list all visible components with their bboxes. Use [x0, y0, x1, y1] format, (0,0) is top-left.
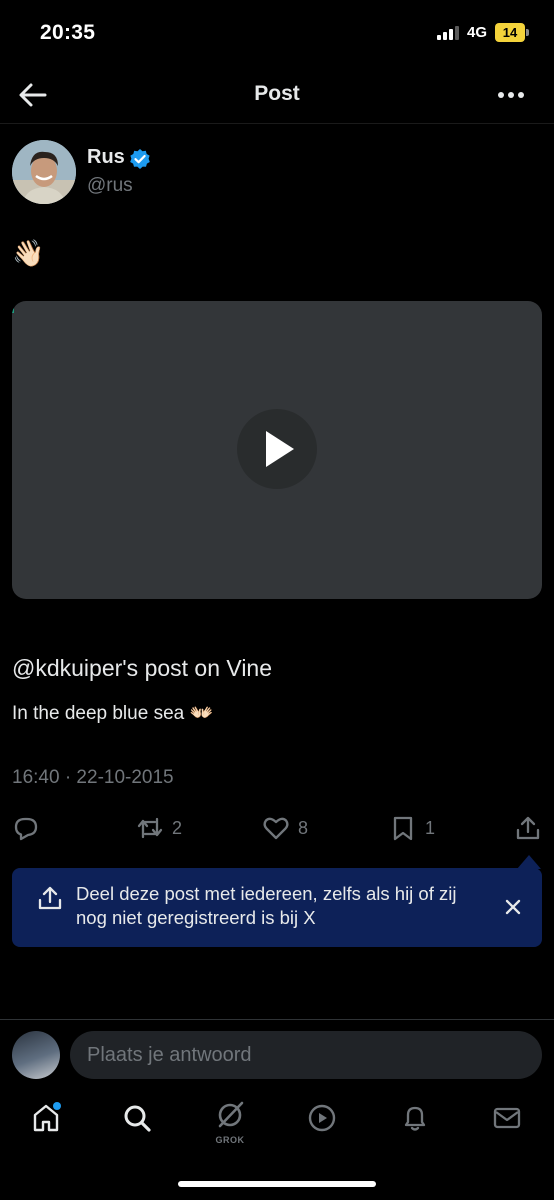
mail-icon: [493, 1107, 521, 1129]
author-avatar[interactable]: [12, 140, 76, 204]
post-screen: 20:35 4G 14 Post Rus @rus 👋🏻 @kdkuiper's…: [0, 0, 554, 1200]
repost-count: 2: [172, 817, 183, 838]
heart-icon: [263, 817, 289, 840]
status-time: 20:35: [40, 21, 96, 44]
share-icon: [38, 886, 62, 910]
video-loading-accent: [12, 301, 16, 313]
status-bar: 20:35 4G 14: [0, 0, 554, 66]
close-icon[interactable]: [500, 894, 526, 920]
arrow-left-icon[interactable]: [18, 81, 48, 109]
tab-video[interactable]: [302, 1100, 342, 1144]
tab-messages[interactable]: [487, 1100, 527, 1144]
play-icon[interactable]: [237, 409, 317, 489]
share-icon: [516, 816, 540, 840]
author-handle[interactable]: @rus: [87, 175, 133, 197]
tooltip-arrow: [517, 855, 541, 869]
like-count: 8: [298, 817, 309, 838]
bookmark-button[interactable]: 1: [389, 812, 435, 844]
home-indicator: [178, 1181, 376, 1187]
verified-badge-icon: [130, 149, 150, 169]
share-button[interactable]: [514, 812, 542, 844]
reply-input[interactable]: [70, 1031, 542, 1079]
grok-label: GROK: [215, 1135, 245, 1145]
network-type: 4G: [467, 24, 488, 41]
reply-button[interactable]: [12, 812, 48, 844]
search-icon: [124, 1105, 151, 1132]
battery-icon: 14: [495, 23, 529, 42]
tab-notifications[interactable]: [395, 1100, 435, 1144]
author-name[interactable]: Rus: [87, 146, 125, 169]
link-card-description: In the deep blue sea 👐🏻: [12, 703, 214, 724]
ellipsis-icon[interactable]: [496, 84, 526, 106]
like-button[interactable]: 8: [262, 812, 308, 844]
bookmark-icon: [393, 816, 413, 841]
repost-icon: [137, 817, 163, 839]
reply-icon: [14, 817, 38, 841]
battery-tip: [526, 29, 529, 36]
post-timestamp[interactable]: 16:40 · 22-10-2015: [12, 767, 174, 789]
signal-icon: [437, 26, 459, 40]
tab-search[interactable]: [117, 1100, 157, 1144]
bookmark-count: 1: [425, 817, 436, 838]
notification-dot: [53, 1102, 61, 1110]
video-player[interactable]: [12, 301, 542, 599]
header: Post: [0, 66, 554, 124]
user-avatar[interactable]: [12, 1031, 60, 1079]
avatar-image: [12, 140, 76, 204]
reply-divider: [0, 1019, 554, 1020]
tab-grok[interactable]: GROK: [210, 1100, 250, 1145]
link-card-title[interactable]: @kdkuiper's post on Vine: [12, 655, 272, 682]
post-text: 👋🏻: [12, 238, 45, 268]
page-title: Post: [254, 82, 300, 105]
share-tooltip: Deel deze post met iedereen, zelfs als h…: [12, 868, 542, 947]
grok-icon: [218, 1101, 244, 1128]
battery-level: 14: [495, 23, 525, 42]
header-divider: [0, 123, 554, 124]
play-circle-icon: [308, 1104, 336, 1132]
repost-button[interactable]: 2: [136, 812, 182, 844]
tooltip-text: Deel deze post met iedereen, zelfs als h…: [76, 883, 457, 928]
bell-icon: [404, 1106, 426, 1131]
